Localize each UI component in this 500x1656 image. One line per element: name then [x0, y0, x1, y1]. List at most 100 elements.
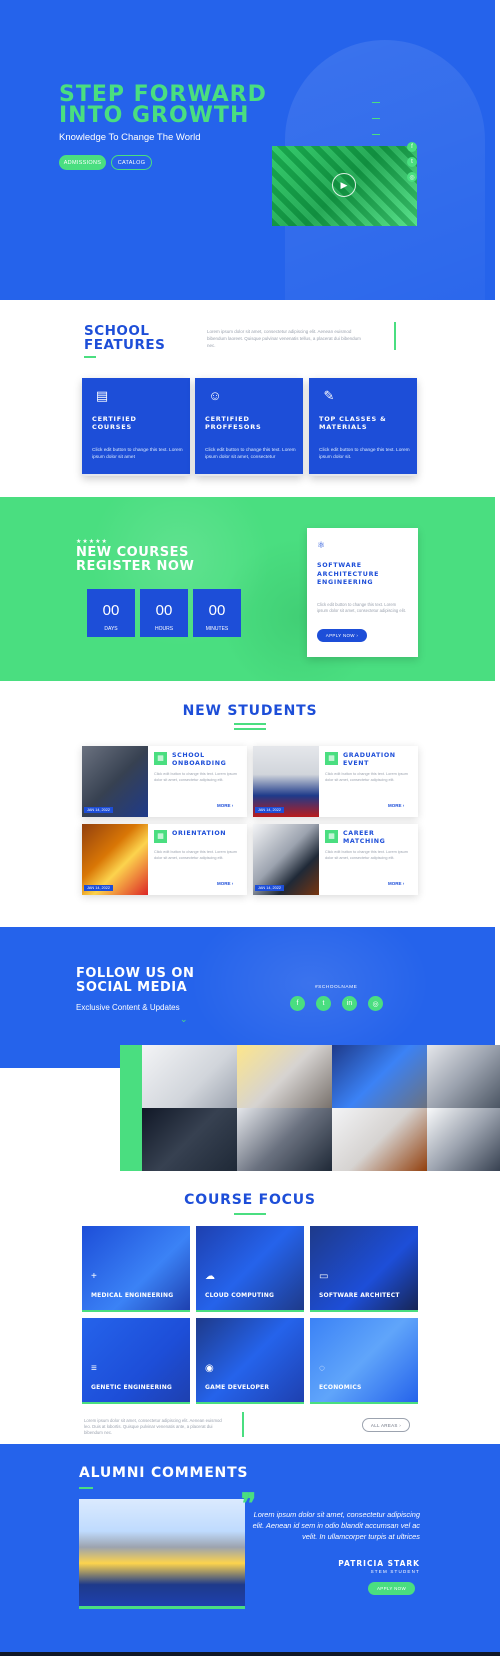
title-underline — [84, 356, 96, 358]
gallery-photo[interactable] — [427, 1108, 500, 1171]
list-item-title: ORIENTATION — [172, 830, 227, 837]
hero-deco-dash — [372, 102, 380, 103]
certificate-icon: ▤ — [95, 388, 109, 403]
list-item-text: Click edit button to change this text. L… — [154, 772, 237, 782]
feature-card-certified-courses[interactable]: ▤ CERTIFIED COURSES Click edit button to … — [82, 378, 190, 476]
countdown-hours: 00 HOURS — [140, 589, 188, 637]
feature-card-text: Click edit button to change this text. L… — [205, 448, 296, 460]
calendar-icon: ▦ — [154, 830, 167, 843]
gallery-photo[interactable] — [332, 1045, 427, 1108]
gallery-photo[interactable] — [237, 1045, 332, 1108]
list-item-title: SCHOOL ONBOARDING — [172, 752, 227, 767]
features-title: SCHOOL FEATURES — [84, 323, 166, 353]
apply-now-button[interactable]: APPLY NOW › — [317, 629, 367, 642]
list-item-text: Click edit button to change this text. L… — [325, 850, 408, 860]
atom-icon: ⚛ — [317, 540, 326, 550]
features-intro: Lorem ipsum dolor sit amet, consectetur … — [207, 329, 361, 348]
date-badge: JAN 14, 2022 — [84, 807, 114, 813]
calendar-icon: ▦ — [325, 830, 338, 843]
feature-card-certified-professors[interactable]: ☺ CERTIFIED PROFFESORS Click edit button … — [195, 378, 303, 476]
feature-card-text: Click edit button to change this text. L… — [319, 448, 410, 460]
date-badge: JAN 14, 2022 — [84, 885, 114, 891]
list-item-school-onboarding[interactable]: JAN 14, 2022 ▦ SCHOOL ONBOARDING Click ed… — [82, 746, 247, 817]
instagram-icon[interactable]: ◎ — [368, 996, 383, 1011]
facebook-icon[interactable]: f — [407, 142, 417, 152]
hero-deco-dash — [372, 134, 380, 135]
gallery-photo[interactable] — [332, 1108, 427, 1171]
title-underline — [234, 1213, 266, 1215]
chevron-down-icon: ⌄ — [180, 1014, 188, 1024]
play-icon[interactable]: ▶ — [332, 173, 356, 197]
alumni-title: ALUMNI COMMENTS — [79, 1465, 249, 1481]
apply-now-button[interactable]: APPLY NOW — [368, 1582, 415, 1595]
more-link[interactable]: MORE › — [388, 881, 404, 886]
title-underline — [79, 1487, 93, 1489]
all-areas-button[interactable]: ALL AREAS › — [362, 1418, 410, 1432]
title-underline — [234, 723, 266, 725]
course-card-software-architecture: ⚛ SOFTWARE ARCHITECTURE ENGINEERING Clic… — [307, 528, 418, 657]
course-tile-medical-engineering[interactable]: + MEDICAL ENGINEERING — [82, 1226, 190, 1312]
twitter-icon[interactable]: t — [407, 157, 417, 167]
course-focus-text: Lorem ipsum dolor sit amet, consectetur … — [84, 1418, 222, 1435]
materials-icon: ✎ — [323, 388, 335, 403]
chat-icon: ◌ — [319, 1363, 325, 1374]
more-link[interactable]: MORE › — [388, 803, 404, 808]
devices-icon: ▭ — [319, 1271, 329, 1282]
course-tile-label: SOFTWARE ARCHITECT — [319, 1292, 400, 1299]
more-link[interactable]: MORE › — [217, 803, 233, 808]
course-tile-game-developer[interactable]: ◉ GAME DEVELOPER — [196, 1318, 304, 1404]
title-underline — [234, 728, 266, 730]
feature-card-top-classes[interactable]: ✎ TOP CLASSES & MATERIALS Click edit butt… — [309, 378, 417, 476]
course-tile-label: ECONOMICS — [319, 1384, 362, 1391]
professor-icon: ☺ — [208, 388, 222, 403]
course-tile-label: GAME DEVELOPER — [205, 1384, 270, 1391]
gallery-photo[interactable] — [237, 1108, 332, 1171]
instagram-icon[interactable]: ◎ — [407, 172, 417, 182]
gallery-photo[interactable] — [142, 1045, 237, 1108]
more-link[interactable]: MORE › — [217, 881, 233, 886]
cloud-icon: ☁ — [205, 1271, 215, 1282]
course-tile-cloud-computing[interactable]: ☁ CLOUD COMPUTING — [196, 1226, 304, 1312]
hero-subtitle: Knowledge To Change The World — [59, 132, 201, 143]
feature-card-title: TOP CLASSES & MATERIALS — [319, 415, 387, 431]
rating-stars: ★★★★★ — [76, 539, 108, 545]
list-item-graduation-event[interactable]: JAN 14, 2022 ▦ GRADUATION EVENT Click edi… — [253, 746, 418, 817]
page: STEP FORWARD INTO GROWTH Knowledge To Ch… — [0, 0, 500, 1656]
hero-section — [0, 0, 495, 300]
hero-title: STEP FORWARD INTO GROWTH — [59, 82, 267, 128]
gallery-photo[interactable] — [427, 1045, 500, 1108]
list-item-title: CAREER MATCHING — [343, 830, 386, 845]
linkedin-icon[interactable]: in — [342, 996, 357, 1011]
alumni-photo — [79, 1499, 245, 1609]
course-tile-label: CLOUD COMPUTING — [205, 1292, 275, 1299]
list-item-career-matching[interactable]: JAN 14, 2022 ▦ CAREER MATCHING Click edit… — [253, 824, 418, 895]
hero-deco-dash — [372, 118, 380, 119]
new-students-title: NEW STUDENTS — [182, 703, 318, 719]
date-badge: JAN 14, 2022 — [255, 807, 285, 813]
course-card-title: SOFTWARE ARCHITECTURE ENGINEERING — [317, 562, 380, 586]
courses-title: NEW COURSES REGISTER NOW — [76, 545, 195, 574]
course-tile-genetic-engineering[interactable]: ≡ GENETIC ENGINEERING — [82, 1318, 190, 1404]
list-item-text: Click edit button to change this text. L… — [154, 850, 237, 860]
countdown-days: 00 DAYS — [87, 589, 135, 637]
gallery-photo[interactable] — [142, 1108, 237, 1171]
course-tile-economics[interactable]: ◌ ECONOMICS — [310, 1318, 418, 1404]
twitter-icon[interactable]: t — [316, 996, 331, 1011]
facebook-icon[interactable]: f — [290, 996, 305, 1011]
footer-bar — [0, 1652, 500, 1656]
hero-video[interactable]: ▶ — [272, 146, 417, 226]
new-courses-section — [0, 497, 495, 681]
calendar-icon: ▦ — [154, 752, 167, 765]
feature-card-title: CERTIFIED PROFFESORS — [205, 415, 262, 431]
course-tile-software-architect[interactable]: ▭ SOFTWARE ARCHITECT — [310, 1226, 418, 1312]
list-item-orientation[interactable]: JAN 14, 2022 ▦ ORIENTATION Click edit bu… — [82, 824, 247, 895]
list-item-title: GRADUATION EVENT — [343, 752, 396, 767]
feature-card-title: CERTIFIED COURSES — [92, 415, 137, 431]
course-tile-label: GENETIC ENGINEERING — [91, 1384, 173, 1391]
list-item-text: Click edit button to change this text. L… — [325, 772, 408, 782]
sliders-icon: ≡ — [91, 1363, 97, 1374]
admissions-button[interactable]: Admissions — [59, 155, 106, 170]
social-handle: #SCHOOLNAME — [315, 985, 358, 990]
catalog-button[interactable]: Catalog — [111, 155, 152, 170]
plus-icon: + — [91, 1271, 97, 1282]
